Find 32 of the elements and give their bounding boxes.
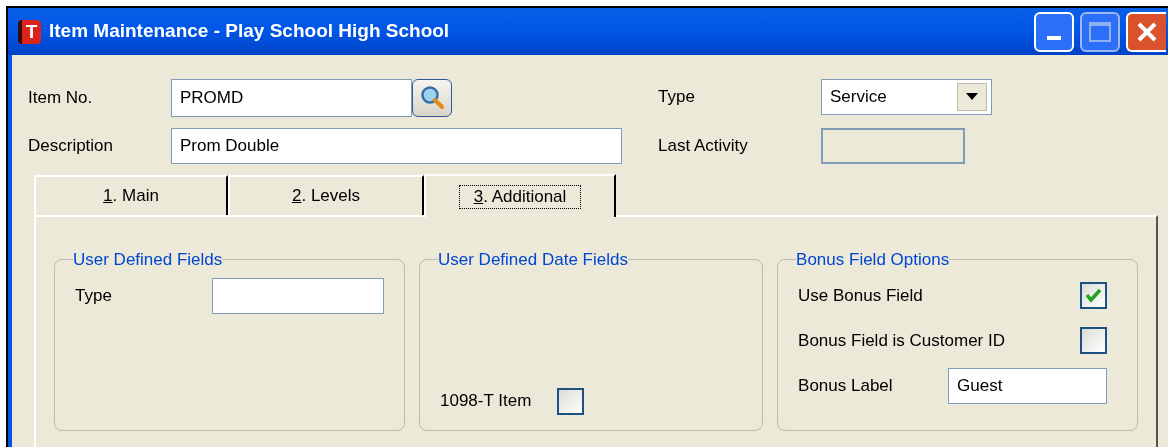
- field-label: Last Activity: [658, 135, 749, 158]
- tab[interactable]: 2. Levels: [228, 175, 424, 215]
- minimize-button[interactable]: [1034, 11, 1074, 52]
- check-icon: [1085, 288, 1102, 303]
- tab[interactable]: 1. Main: [34, 175, 228, 215]
- search-button[interactable]: [412, 79, 452, 117]
- item-number-field[interactable]: PROMD: [171, 79, 412, 117]
- group-title: User Defined Fields: [73, 249, 223, 271]
- checkbox[interactable]: [1080, 327, 1107, 354]
- app-icon: T: [18, 19, 41, 44]
- type-dropdown[interactable]: Service: [821, 79, 992, 115]
- field-label: Type: [658, 86, 696, 109]
- field-label: Bonus Label: [798, 374, 894, 397]
- maximize-button[interactable]: [1080, 11, 1120, 52]
- field-label: 1098-T Item: [440, 390, 532, 413]
- group-title: User Defined Date Fields: [438, 249, 628, 271]
- text-field[interactable]: Guest: [948, 367, 1108, 404]
- field-label: Description: [28, 135, 115, 158]
- close-button[interactable]: [1126, 11, 1166, 52]
- field-label: Item No.: [28, 87, 94, 110]
- text-field[interactable]: [212, 277, 384, 314]
- description-field[interactable]: Prom Double: [171, 128, 622, 164]
- field-label: Type: [75, 284, 113, 307]
- checkbox[interactable]: [1080, 282, 1107, 309]
- close-icon: [1136, 20, 1158, 43]
- checkbox[interactable]: [557, 387, 585, 415]
- field-label: Bonus Field is Customer ID: [798, 329, 1005, 352]
- search-icon: [419, 85, 445, 111]
- tab[interactable]: 3. Additional: [424, 174, 616, 217]
- window-title: Item Maintenance - Play School High School: [49, 19, 450, 44]
- group-title: Bonus Field Options: [796, 249, 950, 271]
- field-label: Use Bonus Field: [798, 284, 923, 307]
